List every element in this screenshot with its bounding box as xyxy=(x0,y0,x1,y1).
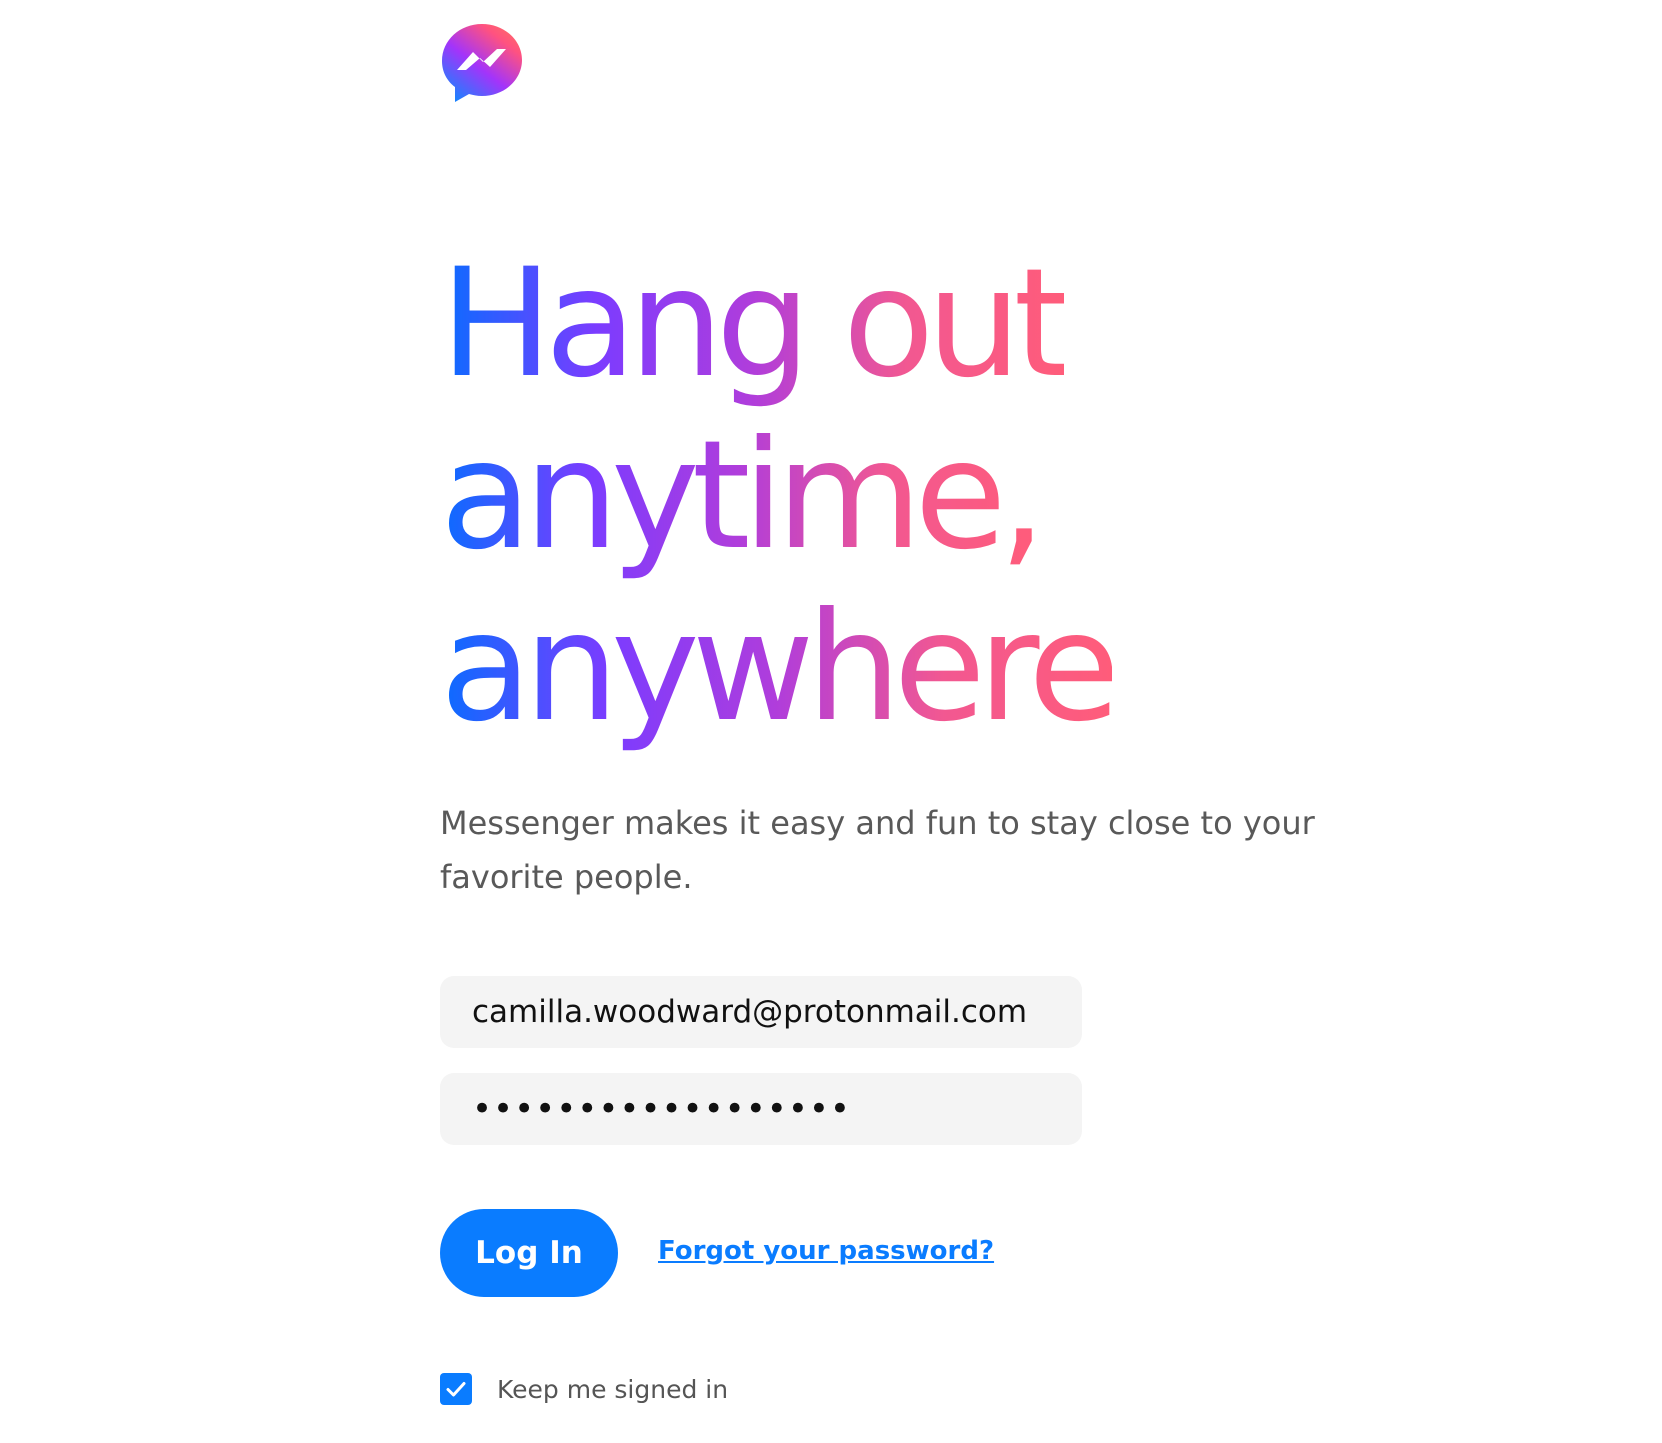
keep-signed-in-row[interactable]: Keep me signed in xyxy=(440,1372,728,1406)
keep-signed-in-label: Keep me signed in xyxy=(497,1374,729,1404)
email-field[interactable] xyxy=(440,976,1082,1048)
messenger-logo-icon[interactable] xyxy=(440,22,524,106)
hero-headline: Hang out anytime, anywhere xyxy=(440,238,1220,754)
checkmark-icon xyxy=(446,1382,466,1397)
headline-line: Hang out xyxy=(440,237,1072,411)
headline-line: anytime, xyxy=(440,409,1046,583)
forgot-password-link[interactable]: Forgot your password? xyxy=(658,1236,994,1266)
headline-line: anywhere xyxy=(440,581,1120,755)
login-button[interactable]: Log In xyxy=(440,1209,618,1297)
keep-signed-in-checkbox[interactable] xyxy=(440,1373,472,1405)
password-field[interactable] xyxy=(440,1073,1082,1145)
hero-tagline: Messenger makes it easy and fun to stay … xyxy=(440,804,1315,896)
